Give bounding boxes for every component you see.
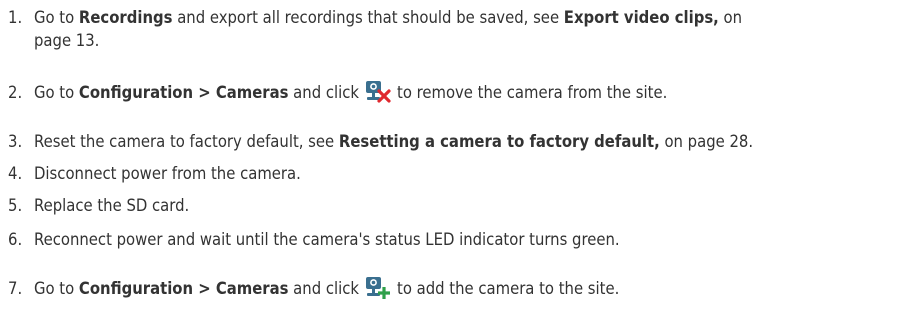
step-text: Go to xyxy=(34,83,79,102)
export-video-clips-link: Export video clips, xyxy=(563,8,719,27)
step-number: 4. xyxy=(8,164,23,183)
step-number: 5. xyxy=(8,196,23,215)
step-text: Reset the camera to factory default, see xyxy=(34,132,339,151)
remove-camera-icon xyxy=(365,80,391,104)
step-text: Go to xyxy=(34,279,79,298)
step-6: 6. Reconnect power and wait until the cam… xyxy=(8,228,912,251)
step-number: 6. xyxy=(8,230,23,249)
step-text: and click xyxy=(288,279,359,298)
step-text: Disconnect power from the camera. xyxy=(34,164,301,183)
step-7: 7. Go to Configuration > Cameras and clic… xyxy=(8,276,912,300)
step-number: 3. xyxy=(8,132,23,151)
step-3: 3. Reset the camera to factory default, s… xyxy=(8,130,912,153)
step-2: 2. Go to Configuration > Cameras and clic… xyxy=(8,80,912,104)
step-text: and click xyxy=(288,83,359,102)
configuration-cameras-path: Configuration > Cameras xyxy=(78,83,289,102)
step-text: to remove the camera from the site. xyxy=(397,83,668,102)
step-text: to add the camera to the site. xyxy=(397,279,620,298)
step-number: 7. xyxy=(8,279,23,298)
step-text: on xyxy=(718,8,743,27)
step-number: 2. xyxy=(8,83,23,102)
step-4: 4. Disconnect power from the camera. xyxy=(8,162,912,185)
step-5: 5. Replace the SD card. xyxy=(8,194,912,217)
page-reference: page 13. xyxy=(34,31,100,50)
step-1-continuation: page 13. xyxy=(8,29,912,52)
resetting-camera-link: Resetting a camera to factory default, xyxy=(338,132,660,151)
step-1: 1. Go to Recordings and export all record… xyxy=(8,6,912,29)
recordings-link: Recordings xyxy=(78,8,173,27)
step-text: Reconnect power and wait until the camer… xyxy=(34,230,620,249)
step-number: 1. xyxy=(8,8,23,27)
step-text: on page 28. xyxy=(659,132,754,151)
step-text: Go to xyxy=(34,8,79,27)
instruction-steps: 1. Go to Recordings and export all record… xyxy=(0,0,916,312)
step-text: Replace the SD card. xyxy=(34,196,190,215)
configuration-cameras-path: Configuration > Cameras xyxy=(78,279,289,298)
add-camera-icon xyxy=(365,276,391,300)
step-text: and export all recordings that should be… xyxy=(172,8,564,27)
